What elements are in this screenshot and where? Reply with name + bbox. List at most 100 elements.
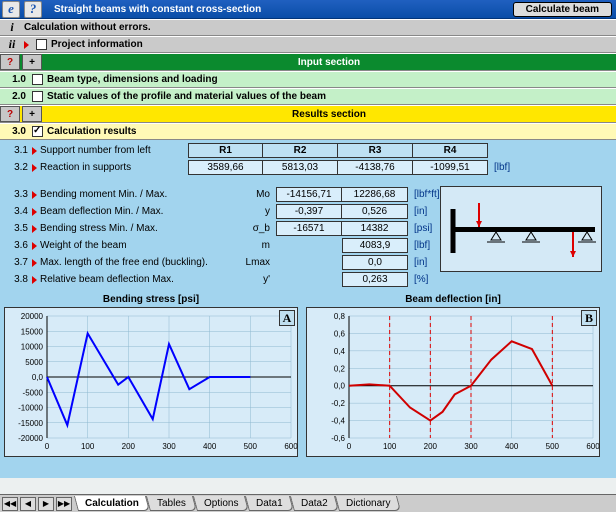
beam-diagram-svg	[441, 187, 603, 273]
row-index: 1.0	[0, 74, 28, 85]
row-index: 3.0	[0, 126, 28, 137]
bending-stress-chart-wrap: Bending stress [psi] A 01002003004005006…	[4, 292, 298, 457]
svg-text:600: 600	[284, 442, 298, 451]
svg-text:200: 200	[122, 442, 136, 451]
svg-text:-20000: -20000	[18, 434, 43, 443]
metric-label: Bending moment Min. / Max.	[40, 189, 240, 200]
svg-text:20000: 20000	[21, 312, 44, 321]
expand-icon[interactable]	[32, 164, 37, 172]
metric-symbol: Mo	[240, 189, 276, 200]
unit-label: [%]	[408, 274, 428, 285]
calc-results-checkbox[interactable]	[32, 126, 43, 137]
tab-options[interactable]: Options	[193, 496, 249, 511]
tab-data2[interactable]: Data2	[290, 496, 339, 511]
expand-icon[interactable]	[32, 225, 37, 233]
sheet-tabs-bar: ◀◀ ◀ ▶ ▶▶ Calculation Tables Options Dat…	[0, 494, 616, 512]
svg-text:0,8: 0,8	[334, 312, 346, 321]
metric-row: 3.8Relative beam deflection Max.y'0,263[…	[4, 271, 612, 288]
unit-label: [lbf]	[408, 240, 430, 251]
metric-label: Beam deflection Min. / Max.	[40, 206, 240, 217]
r1-header: R1	[188, 143, 263, 158]
r4-header: R4	[413, 143, 488, 158]
project-info-checkbox[interactable]	[36, 39, 47, 50]
metric-min: -16571	[276, 221, 342, 236]
input-row-2[interactable]: 2.0 Static values of the profile and mat…	[0, 88, 616, 105]
svg-text:-5000: -5000	[23, 388, 44, 397]
expand-icon[interactable]	[32, 147, 37, 155]
unit-label: [lbf*ft]	[408, 189, 440, 200]
unit-label: [lbf]	[488, 162, 510, 173]
r3-header: R3	[338, 143, 413, 158]
svg-text:-15000: -15000	[18, 419, 43, 428]
metric-min: -0,397	[276, 204, 342, 219]
input-section-header: ? + Input section	[0, 53, 616, 71]
tab-nav-first[interactable]: ◀◀	[2, 497, 18, 511]
metric-symbol: y	[240, 206, 276, 217]
svg-text:100: 100	[383, 442, 397, 451]
tab-dictionary[interactable]: Dictionary	[335, 496, 401, 511]
metric-max: 14382	[342, 221, 408, 236]
row-label: Reaction in supports	[40, 162, 188, 173]
tab-calculation[interactable]: Calculation	[74, 496, 150, 511]
metric-max: 0,526	[342, 204, 408, 219]
row-index: 3.7	[4, 257, 32, 268]
input-row-1[interactable]: 1.0 Beam type, dimensions and loading	[0, 71, 616, 88]
static-values-checkbox[interactable]	[32, 91, 43, 102]
results-help-button[interactable]: ?	[0, 106, 20, 122]
metric-symbol: y'	[240, 274, 276, 285]
svg-text:0,6: 0,6	[334, 329, 346, 338]
tab-nav-next[interactable]: ▶	[38, 497, 54, 511]
tab-tables[interactable]: Tables	[146, 496, 197, 511]
results-content: 3.1 Support number from left R1 R2 R3 R4…	[0, 140, 616, 478]
expand-icon[interactable]	[32, 208, 37, 216]
expand-icon[interactable]	[32, 191, 37, 199]
expand-icon[interactable]	[32, 276, 37, 284]
input-help-button[interactable]: ?	[0, 54, 20, 70]
metric-max: 0,263	[342, 272, 408, 287]
unit-label: [psi]	[408, 223, 432, 234]
tab-nav-last[interactable]: ▶▶	[56, 497, 72, 511]
row-index: 3.3	[4, 189, 32, 200]
tab-nav-prev[interactable]: ◀	[20, 497, 36, 511]
beam-diagram	[440, 186, 602, 272]
expand-icon[interactable]	[32, 259, 37, 267]
help-icon[interactable]: ?	[24, 1, 42, 18]
svg-text:500: 500	[244, 442, 258, 451]
row-index: 3.5	[4, 223, 32, 234]
metric-symbol: Lmax	[240, 257, 276, 268]
row-label: Support number from left	[40, 145, 188, 156]
svg-text:0: 0	[347, 442, 352, 451]
row-label: Static values of the profile and materia…	[47, 91, 326, 102]
row-label: Calculation results	[47, 126, 136, 137]
input-expand-button[interactable]: +	[22, 54, 42, 70]
chart-label-b: B	[581, 310, 597, 326]
metric-label: Bending stress Min. / Max.	[40, 223, 240, 234]
calculate-beam-button[interactable]: Calculate beam	[513, 2, 612, 17]
svg-text:5000: 5000	[25, 358, 43, 367]
title-bar: e ? Straight beams with constant cross-s…	[0, 0, 616, 19]
results-expand-button[interactable]: +	[22, 106, 42, 122]
svg-text:0,2: 0,2	[334, 364, 346, 373]
svg-text:200: 200	[424, 442, 438, 451]
expand-icon[interactable]	[32, 242, 37, 250]
app-icon[interactable]: e	[2, 1, 20, 18]
r1-value: 3589,66	[188, 160, 263, 175]
beam-deflection-chart: B 0100200300400500600-0,6-0,4-0,20,00,20…	[306, 307, 600, 457]
svg-text:400: 400	[505, 442, 519, 451]
unit-label: [in]	[408, 206, 427, 217]
results-row-30[interactable]: 3.0 Calculation results	[0, 123, 616, 140]
unit-label: [in]	[408, 257, 427, 268]
svg-text:300: 300	[162, 442, 176, 451]
input-section-label: Input section	[42, 57, 616, 68]
beam-type-checkbox[interactable]	[32, 74, 43, 85]
status-index-ii: ii	[0, 37, 24, 52]
svg-text:15000: 15000	[21, 327, 44, 336]
svg-text:-10000: -10000	[18, 404, 43, 413]
r4-value: -1099,51	[413, 160, 488, 175]
row-index: 3.1	[4, 145, 32, 156]
results-section-label: Results section	[42, 109, 616, 120]
svg-text:500: 500	[546, 442, 560, 451]
page-title: Straight beams with constant cross-secti…	[44, 4, 513, 15]
tab-data1[interactable]: Data1	[245, 496, 294, 511]
expand-icon[interactable]	[24, 41, 29, 49]
